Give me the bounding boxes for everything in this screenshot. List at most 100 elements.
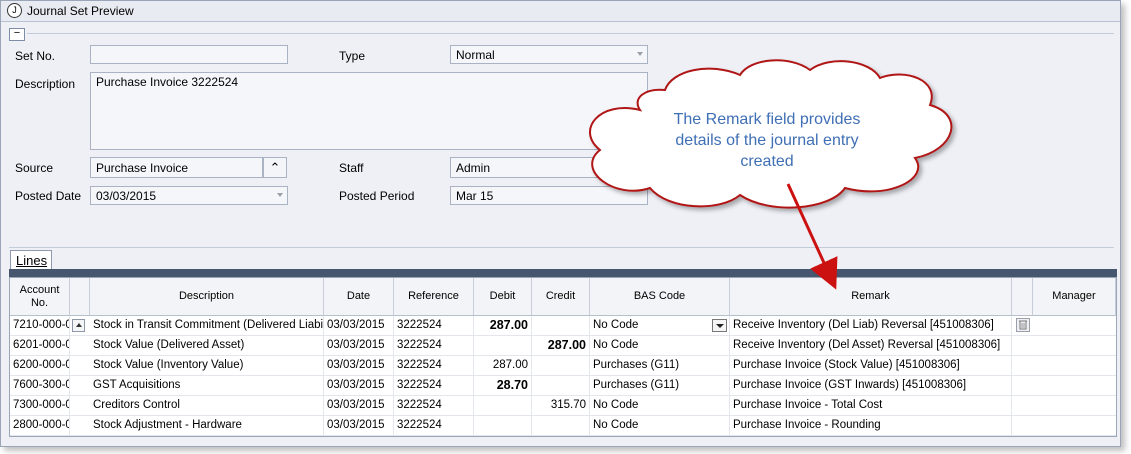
cell-remark: Purchase Invoice - Rounding	[730, 416, 1012, 435]
cell-description: Stock Value (Delivered Asset)	[90, 336, 324, 355]
posted-date-field[interactable]: 03/03/2015	[90, 186, 288, 205]
callout-line-2: details of the journal entry	[675, 132, 859, 149]
table-row[interactable]: 2800-000-0 Stock Adjustment - Hardware 0…	[10, 416, 1116, 436]
cell-credit: 287.00	[532, 336, 590, 355]
type-dropdown[interactable]: Normal	[450, 45, 648, 64]
table-row[interactable]: 6201-000-0 Stock Value (Delivered Asset)…	[10, 336, 1116, 356]
type-value: Normal	[456, 48, 495, 62]
col-scroll	[70, 278, 90, 316]
set-no-label: Set No.	[15, 49, 56, 63]
cell-reference: 3222524	[394, 356, 474, 375]
cell-debit	[474, 416, 532, 435]
cell-debit: 287.00	[474, 316, 532, 335]
scroll-up-icon[interactable]	[72, 319, 85, 332]
lines-grid: Account No. Description Date Reference D…	[9, 277, 1117, 437]
callout-line-1: The Remark field provides	[673, 111, 861, 128]
cell-remark: Purchase Invoice (Stock Value) [45100830…	[730, 356, 1012, 375]
cell-debit	[474, 396, 532, 415]
cell-credit	[532, 316, 590, 335]
bas-code-dropdown-icon[interactable]	[712, 319, 727, 332]
col-debit[interactable]: Debit	[474, 278, 532, 316]
cell-description: GST Acquisitions	[90, 376, 324, 395]
cell-bas-code: No Code	[590, 416, 730, 435]
cell-reference: 3222524	[394, 336, 474, 355]
window-title: Journal Set Preview	[27, 4, 134, 18]
col-remark[interactable]: Remark	[730, 278, 1012, 316]
cell-date: 03/03/2015	[324, 396, 394, 415]
description-label: Description	[15, 77, 76, 91]
staff-label: Staff	[339, 161, 364, 175]
posted-period-field[interactable]: Mar 15	[450, 186, 648, 205]
callout-line-3: created	[740, 153, 794, 170]
cell-credit: 315.70	[532, 396, 590, 415]
cell-credit	[532, 356, 590, 375]
col-credit[interactable]: Credit	[532, 278, 590, 316]
tab-lines[interactable]: Lines	[10, 250, 52, 270]
cell-description: Stock Adjustment - Hardware	[90, 416, 324, 435]
cell-account: 7600-300-0	[10, 376, 70, 395]
cell-bas-code: No Code	[590, 336, 730, 355]
col-date[interactable]: Date	[324, 278, 394, 316]
cell-description: Stock in Transit Commitment (Delivered L…	[90, 316, 324, 335]
col-description[interactable]: Description	[90, 278, 324, 316]
type-label: Type	[339, 49, 366, 63]
header-frame-line	[27, 33, 1114, 34]
app-icon: J	[7, 3, 22, 18]
table-row[interactable]: 7300-000-0 Creditors Control 03/03/2015 …	[10, 396, 1116, 416]
col-delete	[1012, 278, 1033, 316]
cell-bas-code: No Code	[590, 396, 730, 415]
cell-debit: 287.00	[474, 356, 532, 375]
description-field[interactable]: Purchase Invoice 3222524	[90, 72, 648, 150]
col-account-no[interactable]: Account No.	[10, 278, 70, 316]
cell-bas-code: Purchases (G11)	[590, 376, 730, 395]
collapse-button[interactable]: −	[9, 28, 25, 41]
col-manager[interactable]: Manager	[1033, 278, 1116, 316]
cell-remark: Purchase Invoice (GST Inwards) [45100830…	[730, 376, 1012, 395]
callout-text: The Remark field provides details of the…	[622, 109, 912, 172]
posted-date-label: Posted Date	[15, 189, 82, 203]
cell-reference: 3222524	[394, 416, 474, 435]
col-bas-code[interactable]: BAS Code	[590, 278, 730, 316]
journal-set-preview-window: J Journal Set Preview − Set No. Descript…	[0, 0, 1121, 447]
cell-bas-code: Purchases (G11)	[590, 356, 730, 375]
cell-debit: 28.70	[474, 376, 532, 395]
cell-reference: 3222524	[394, 396, 474, 415]
col-reference[interactable]: Reference	[394, 278, 474, 316]
cell-account: 2800-000-0	[10, 416, 70, 435]
cell-account: 7210-000-0	[10, 316, 70, 335]
chevron-down-icon	[637, 52, 643, 56]
cell-account: 6201-000-0	[10, 336, 70, 355]
cell-bas-code[interactable]: No Code	[590, 316, 730, 335]
chevron-down-icon	[277, 193, 283, 197]
cell-remark: Purchase Invoice - Total Cost	[730, 396, 1012, 415]
source-lookup-button[interactable]: ⌃	[263, 157, 287, 178]
posted-period-label: Posted Period	[339, 189, 415, 203]
cell-remark: Receive Inventory (Del Liab) Reversal [4…	[730, 316, 1012, 335]
table-row[interactable]: 6200-000-0 Stock Value (Inventory Value)…	[10, 356, 1116, 376]
source-field[interactable]: Purchase Invoice	[90, 157, 263, 178]
chevron-up-icon: ⌃	[269, 160, 281, 175]
cell-account: 7300-000-0	[10, 396, 70, 415]
cell-date: 03/03/2015	[324, 356, 394, 375]
table-row[interactable]: 7210-000-0 Stock in Transit Commitment (…	[10, 316, 1116, 336]
cell-date: 03/03/2015	[324, 376, 394, 395]
cell-date: 03/03/2015	[324, 316, 394, 335]
cell-debit	[474, 336, 532, 355]
cell-description: Stock Value (Inventory Value)	[90, 356, 324, 375]
cell-reference: 3222524	[394, 376, 474, 395]
staff-field[interactable]: Admin	[450, 157, 648, 178]
cell-date: 03/03/2015	[324, 336, 394, 355]
posted-date-value: 03/03/2015	[96, 189, 157, 203]
cell-date: 03/03/2015	[324, 416, 394, 435]
cell-credit	[532, 376, 590, 395]
table-row[interactable]: 7600-300-0 GST Acquisitions 03/03/2015 3…	[10, 376, 1116, 396]
cell-account: 6200-000-0	[10, 356, 70, 375]
tab-strip	[9, 269, 1117, 277]
cell-description: Creditors Control	[90, 396, 324, 415]
cell-reference: 3222524	[394, 316, 474, 335]
set-no-field[interactable]	[90, 45, 288, 64]
source-label: Source	[15, 161, 54, 175]
cell-credit	[532, 416, 590, 435]
section-divider	[9, 247, 1114, 248]
delete-row-icon[interactable]	[1016, 318, 1030, 332]
